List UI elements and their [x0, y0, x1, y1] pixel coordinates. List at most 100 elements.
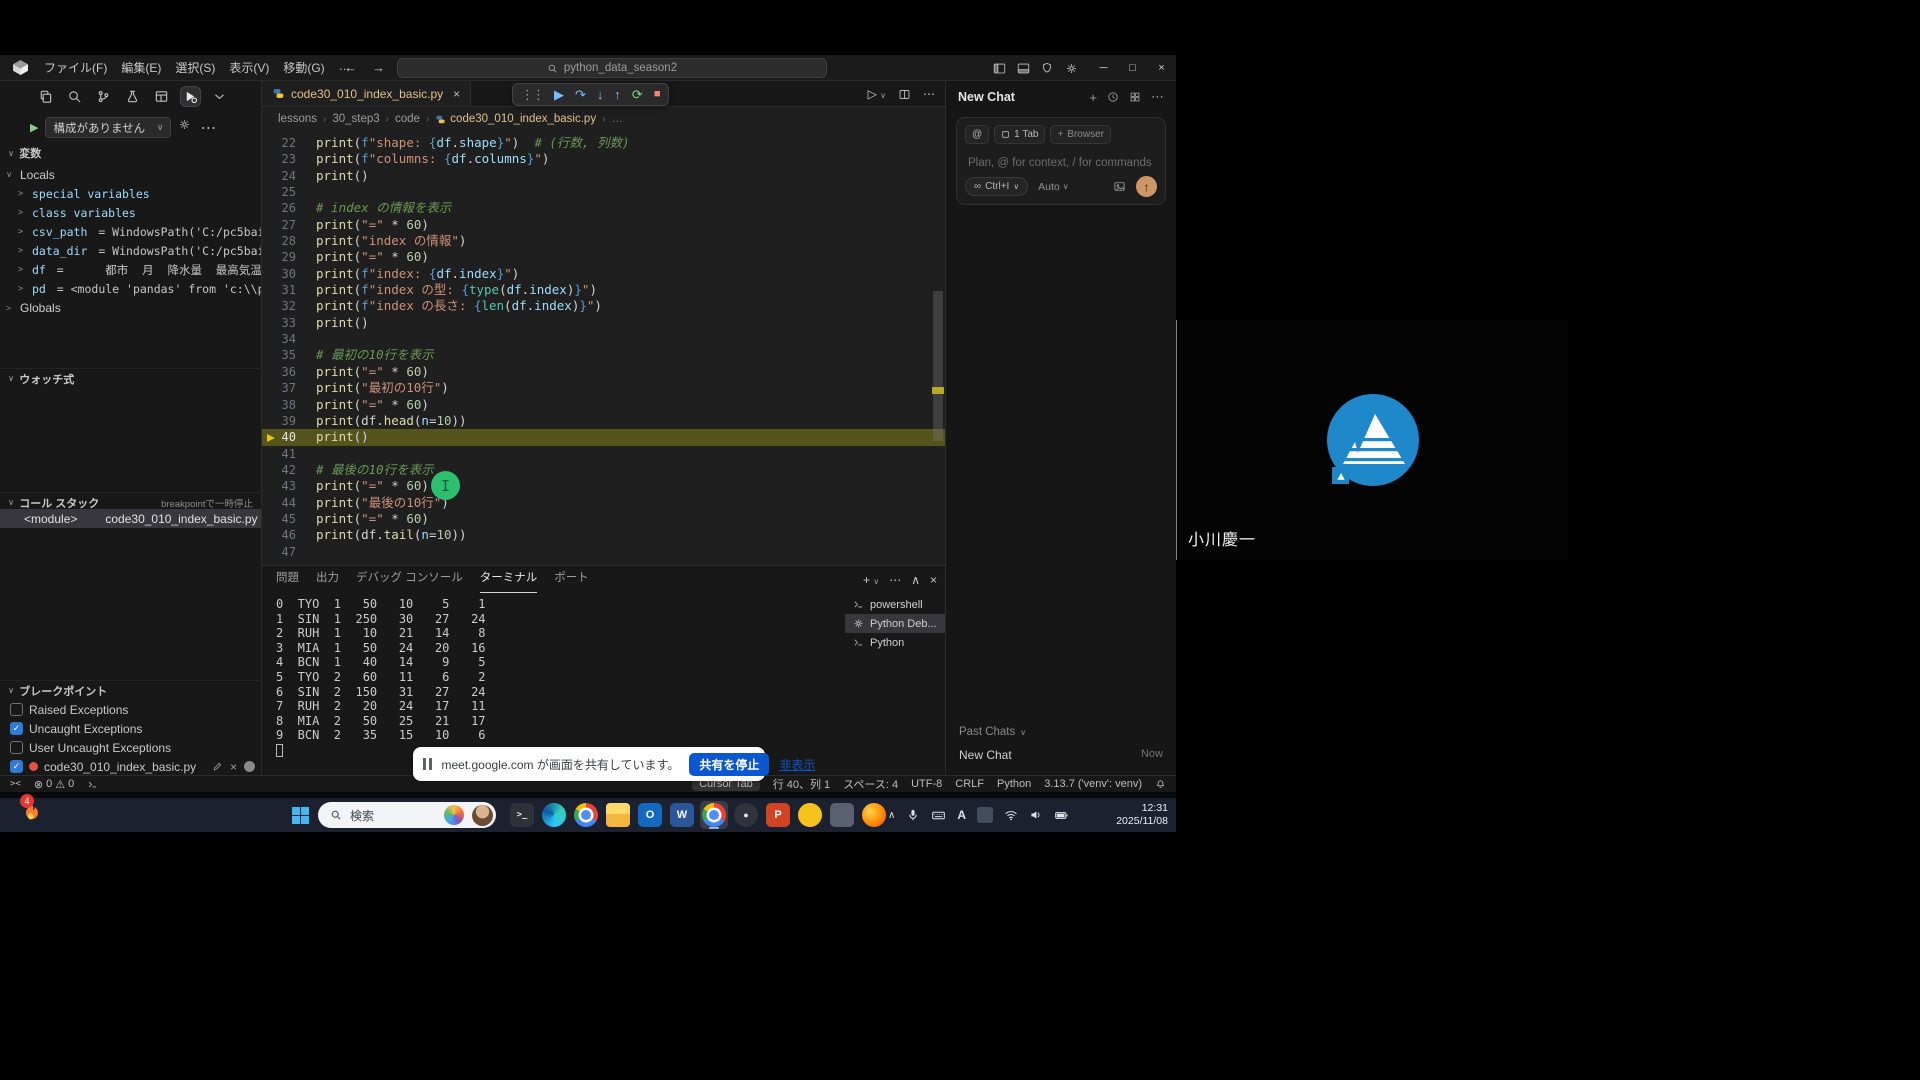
taskbar-app-explorer[interactable] [604, 801, 632, 829]
layout-sidebar-icon[interactable] [993, 62, 1017, 75]
send-button[interactable]: ↑ [1136, 176, 1157, 197]
scope-locals[interactable]: ∨ Locals [0, 165, 261, 184]
command-center[interactable]: python_data_season2 [397, 58, 827, 78]
copy-icon[interactable] [35, 86, 56, 107]
panel-tab-item[interactable]: デバッグ コンソール [356, 566, 463, 593]
tray-app-icon[interactable] [977, 807, 993, 823]
status-item[interactable]: CRLF [955, 778, 984, 790]
search-icon[interactable] [64, 86, 85, 107]
new-terminal-icon[interactable]: + ∨ [863, 573, 879, 587]
editor-tab[interactable]: code30_010_index_basic.py × [262, 81, 471, 106]
bell-icon[interactable] [1155, 779, 1166, 790]
taskbar-search[interactable]: 検索 [318, 802, 496, 828]
wifi-icon[interactable] [1004, 808, 1018, 822]
status-item[interactable]: スペース: 4 [843, 776, 898, 792]
remote-indicator[interactable]: >< [10, 779, 21, 789]
chevron-down-icon[interactable] [209, 86, 230, 107]
step-into-icon[interactable]: ↓ [597, 88, 604, 101]
breakpoint-checkbox[interactable] [10, 703, 23, 716]
variable-row[interactable]: >pd = <module 'pandas' from 'c:\\pc5… [0, 279, 261, 298]
variable-row[interactable]: >special variables [0, 184, 261, 203]
history-icon[interactable] [1107, 91, 1119, 103]
taskbar-app-powerpoint[interactable]: P [764, 801, 792, 829]
taskbar-app-firefox[interactable] [860, 801, 888, 829]
start-debug-icon[interactable]: ▶ [30, 121, 38, 134]
taskbar-app-chrome-2[interactable] [700, 801, 728, 829]
source-control-icon[interactable] [93, 86, 114, 107]
code-editor[interactable]: 22print(f"shape: {df.shape}") # (行数, 列数)… [262, 131, 945, 565]
new-chat-icon[interactable]: + [1089, 90, 1097, 105]
browser-context-pill[interactable]: + Browser [1050, 125, 1111, 144]
breadcrumb-item[interactable]: 30_step3 [332, 113, 379, 125]
layout-panel-icon[interactable] [1017, 62, 1041, 75]
run-python-icon[interactable]: ▷ ∨ [868, 87, 886, 101]
taskbar-app-app-gray[interactable] [828, 801, 856, 829]
battery-icon[interactable] [1054, 808, 1069, 823]
volume-icon[interactable] [1029, 808, 1043, 822]
ime-indicator[interactable]: A [957, 808, 966, 822]
chat-input-card[interactable]: @ 1 Tab + Browser Plan, @ for context, /… [956, 117, 1166, 205]
breakpoint-checkbox[interactable] [10, 741, 23, 754]
more-actions-icon[interactable]: ⋯ [923, 87, 935, 101]
stack-frame-row[interactable]: <module> code30_010_index_basic.py [0, 509, 261, 528]
scrollbar-thumb[interactable] [933, 291, 943, 441]
minimize-button[interactable]: ─ [1089, 55, 1118, 81]
attach-image-icon[interactable] [1113, 180, 1126, 193]
scope-globals[interactable]: > Globals [0, 298, 261, 317]
more-actions-icon[interactable]: ⋯ [889, 573, 901, 587]
status-item[interactable]: 行 40、列 1 [773, 776, 830, 792]
menu-item[interactable]: 表示(V) [222, 57, 276, 78]
close-panel-icon[interactable]: × [930, 573, 937, 587]
breakpoint-row[interactable]: Raised Exceptions [0, 700, 261, 719]
split-editor-icon[interactable] [898, 88, 911, 101]
corner-notification-icon[interactable]: 4 [18, 801, 44, 827]
more-actions-icon[interactable]: ⋯ [1151, 89, 1164, 105]
status-item[interactable]: 3.13.7 ('venv': venv) [1044, 778, 1142, 790]
taskbar-clock[interactable]: 12:31 2025/11/08 [1116, 802, 1168, 828]
close-tab-icon[interactable]: × [453, 87, 460, 101]
maximize-panel-icon[interactable]: ∧ [911, 573, 920, 587]
add-context-pill[interactable]: @ [965, 125, 989, 144]
step-over-icon[interactable]: ↷ [575, 88, 586, 101]
taskbar-app-terminal[interactable]: >_ [508, 801, 536, 829]
status-item[interactable]: Python [997, 778, 1031, 790]
terminal-session-item[interactable]: Python [845, 633, 945, 652]
taskbar-app-edge[interactable] [540, 801, 568, 829]
panel-tab-item[interactable]: 問題 [276, 566, 299, 593]
taskbar-app-app-dark[interactable]: ● [732, 801, 760, 829]
maximize-button[interactable]: □ [1118, 55, 1147, 81]
extensions-icon[interactable] [122, 86, 143, 107]
status-item[interactable]: UTF-8 [911, 778, 942, 790]
shield-icon[interactable] [1041, 62, 1065, 74]
variable-row[interactable]: >class variables [0, 203, 261, 222]
breadcrumb-item[interactable]: code30_010_index_basic.py [435, 113, 596, 125]
variables-section-header[interactable]: ∨ 変数 [0, 143, 261, 163]
past-chats-toggle[interactable]: Past Chats∨ [959, 726, 1026, 738]
table-icon[interactable] [151, 86, 172, 107]
settings-gear-icon[interactable] [1065, 62, 1089, 75]
step-out-icon[interactable]: ↑ [614, 88, 621, 101]
watch-section-header[interactable]: ∨ ウォッチ式 [0, 368, 261, 388]
panel-tab-active[interactable]: ターミナル [480, 566, 538, 593]
breakpoint-row[interactable]: ✓code30_010_index_basic.py× [0, 757, 261, 776]
terminal-session-item[interactable]: powershell [845, 595, 945, 614]
back-icon[interactable]: ← [344, 60, 357, 75]
taskbar-app-chrome[interactable] [572, 801, 600, 829]
edit-breakpoint-icon[interactable] [212, 761, 223, 772]
variable-row[interactable]: >csv_path = WindowsPath('C:/pc5bai/2… [0, 222, 261, 241]
hide-button[interactable]: 非表示 [779, 756, 815, 773]
stop-icon[interactable]: ■ [654, 89, 661, 100]
menu-item[interactable]: 移動(G) [276, 57, 331, 78]
touch-keyboard-icon[interactable] [931, 808, 946, 823]
tray-overflow-icon[interactable]: ∧ [888, 810, 895, 821]
grid-icon[interactable] [1129, 91, 1141, 103]
editor-scrollbar[interactable] [931, 131, 945, 565]
terminal-output[interactable]: 0 TYO 1 50 10 5 11 SIN 1 250 30 27 242 R… [276, 597, 486, 761]
menu-item[interactable]: ファイル(F) [37, 57, 114, 78]
debug-status-icon[interactable] [87, 779, 98, 790]
variable-row[interactable]: >df = 都市 月 降水量 最高気温… [0, 260, 261, 279]
start-button[interactable] [292, 807, 309, 824]
more-actions-icon[interactable]: ⋯ [200, 118, 216, 138]
remove-breakpoint-icon[interactable]: × [230, 760, 237, 774]
panel-tab-item[interactable]: 出力 [316, 566, 339, 593]
